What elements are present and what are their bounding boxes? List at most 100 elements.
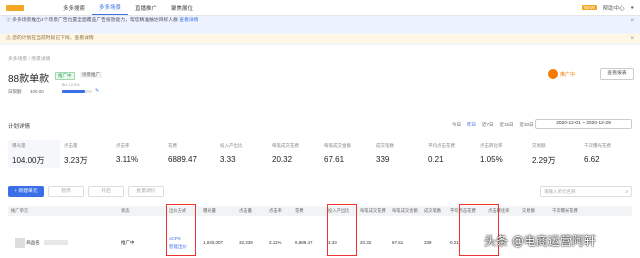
cell-unit[interactable]: 商品名 [8, 228, 118, 258]
breadcrumb[interactable]: 多多场景 / 场景详情 [8, 55, 50, 62]
stat-value: 3.33 [220, 155, 236, 164]
close-icon[interactable]: × [630, 36, 634, 43]
stat-label: 点击转化率 [480, 143, 503, 148]
stat-ctr[interactable]: 点击率 3.11% [112, 140, 164, 168]
edit-icon[interactable]: ✎ [95, 88, 99, 94]
cell-status: 推广中 [121, 240, 135, 245]
announcement-bar: ⓘ 多多场景推出4个场景广告位置全面覆盖广告投放能力，帮您精准触达目标人群 查看… [0, 16, 640, 33]
stat-label: 交易额 [532, 143, 546, 148]
warning-bar: ⚠ 您的计划在当前时段已下线，查看详情 × [0, 34, 640, 43]
stat-value: 20.32 [272, 155, 293, 164]
bulk-bid-button[interactable]: 批量调价 [128, 186, 164, 197]
stat-value: 1.05% [480, 155, 503, 164]
start-button[interactable]: 开启 [88, 186, 124, 197]
nav-right: NEW 帮助中心 ● [582, 4, 634, 12]
notice-icon: ⓘ [6, 18, 11, 23]
stat-value: 3.23万 [64, 156, 88, 165]
budget-progress-fill [62, 90, 86, 93]
page-title: 88款单款 [8, 74, 50, 85]
time-tab-30d[interactable]: 近30日 [520, 122, 534, 128]
app-logo [6, 4, 24, 11]
help-center-link[interactable]: 帮助中心 [603, 4, 625, 12]
col-unit[interactable]: 推广单元 [8, 206, 118, 216]
highlight-box-bid [166, 204, 196, 256]
progress-caption: Bu: 12.5% [62, 83, 80, 87]
col-gmv[interactable]: 交易额 [519, 206, 549, 216]
stat-value: 0.21 [428, 155, 444, 164]
cell-clicks: 32,339 [239, 240, 253, 245]
product-thumbnail [15, 237, 25, 248]
pause-button[interactable]: 暂停 [48, 186, 84, 197]
stat-roi[interactable]: 投入产出比 3.33 [216, 140, 268, 168]
stat-order-amount[interactable]: 每笔成交金额 67.61 [320, 140, 372, 168]
stat-cvr[interactable]: 点击转化率 1.05% [476, 140, 528, 168]
time-tab-7d[interactable]: 近7日 [482, 122, 494, 128]
search-placeholder: 请输入单元名称 [544, 189, 576, 194]
stat-impressions[interactable]: 曝光量 104.00万 [8, 140, 60, 168]
stat-orders[interactable]: 成交笔数 339 [372, 140, 424, 168]
warning-text: 您的计划在当前时段已下线，查看详情 [12, 36, 94, 41]
stat-spend[interactable]: 花费 6889.47 [164, 140, 216, 168]
col-status[interactable]: 状态 [118, 206, 166, 216]
search-icon[interactable]: ⌕ [625, 187, 628, 196]
nav-tabs: 多多搜索 多多场景 直播推广 聚焦展位 [56, 0, 200, 15]
cell-order-amount: 67.61 [392, 240, 404, 245]
announcement-text: 多多场景推出4个场景广告位置全面覆盖广告投放能力，帮您精准触达目标人群 [12, 18, 178, 23]
col-cost-per-order[interactable]: 每笔成交花费 [357, 206, 389, 216]
col-impressions[interactable]: 曝光量 [200, 206, 236, 216]
stat-label: 每笔成交花费 [272, 143, 299, 148]
stat-cpc[interactable]: 平均点击花费 0.21 [424, 140, 476, 168]
stat-value: 3.11% [116, 155, 139, 164]
stat-value: 104.00万 [12, 156, 45, 165]
close-icon[interactable]: × [630, 18, 634, 25]
col-spend[interactable]: 花费 [292, 206, 325, 216]
cell-spend: 6,889.47 [295, 240, 313, 245]
stat-label: 点击率 [116, 143, 130, 148]
stat-label: 成交笔数 [376, 143, 394, 148]
col-cpm[interactable]: 千次曝光花费 [549, 206, 582, 216]
nav-tab-scene[interactable]: 多多场景 [92, 0, 129, 15]
time-tabs: 今日 昨日 近7日 近15日 近30日 [452, 122, 534, 128]
nav-tab-search[interactable]: 多多搜索 [56, 0, 92, 15]
time-tab-yesterday[interactable]: 昨日 [467, 122, 476, 128]
stat-value: 2.29万 [532, 156, 556, 165]
blurred-text [44, 240, 69, 246]
announcement-link[interactable]: 查看详情 [179, 18, 198, 23]
cell-impressions: 1,040,007 [203, 240, 224, 245]
nav-tab-focus[interactable]: 聚焦展位 [164, 0, 200, 15]
col-ctr[interactable]: 点击率 [266, 206, 292, 216]
view-report-button[interactable]: 查看报表 [600, 68, 634, 80]
stat-cpm[interactable]: 千次曝光花费 6.62 [580, 140, 632, 168]
table-header: 推广单元 状态 出价方式 曝光量 点击量 点击率 花费 投入产出比 每笔成交花费… [8, 206, 632, 216]
table-toolbar: + 新建单元 暂停 开启 批量调价 [8, 186, 164, 197]
stat-cost-per-order[interactable]: 每笔成交花费 20.32 [268, 140, 320, 168]
status-label: 推广中 [560, 72, 576, 78]
date-range-picker[interactable]: 2020-12-01 ~ 2020-12-29 [535, 119, 632, 129]
budget-progress [62, 90, 92, 93]
stat-clicks[interactable]: 点击量 3.23万 [60, 140, 112, 168]
type-badge: 场景推广 [80, 72, 102, 78]
stat-label: 平均点击花费 [428, 143, 455, 148]
col-clicks[interactable]: 点击量 [236, 206, 266, 216]
main-panel: 多多场景 / 场景详情 88款单款 推广中 场景推广 日限额 400.00 Bu… [0, 45, 640, 258]
product-name[interactable]: 商品名 [26, 240, 40, 245]
cell-orders: 339 [424, 240, 432, 245]
user-icon[interactable]: ● [631, 5, 634, 11]
watermark: 头条 @电商运营阿轩 [484, 234, 596, 248]
new-unit-button[interactable]: + 新建单元 [8, 186, 44, 197]
col-order-amount[interactable]: 每笔成交金额 [389, 206, 421, 216]
stat-gmv[interactable]: 交易额 2.29万 [528, 140, 580, 168]
search-input[interactable]: 请输入单元名称 ⌕ [540, 186, 632, 197]
new-badge: NEW [582, 5, 597, 10]
status-badge: 推广中 [55, 72, 75, 80]
status-toggle[interactable] [548, 69, 558, 79]
nav-tab-live[interactable]: 直播推广 [128, 0, 164, 15]
time-tab-today[interactable]: 今日 [452, 122, 461, 128]
stat-label: 花费 [168, 143, 177, 148]
budget-label: 日限额 [8, 89, 22, 94]
stat-label: 每笔成交金额 [324, 143, 351, 148]
col-orders[interactable]: 成交笔数 [421, 206, 447, 216]
budget-value: 400.00 [30, 89, 44, 94]
time-tab-15d[interactable]: 近15日 [500, 122, 514, 128]
section-title: 计划详情 [8, 124, 31, 130]
